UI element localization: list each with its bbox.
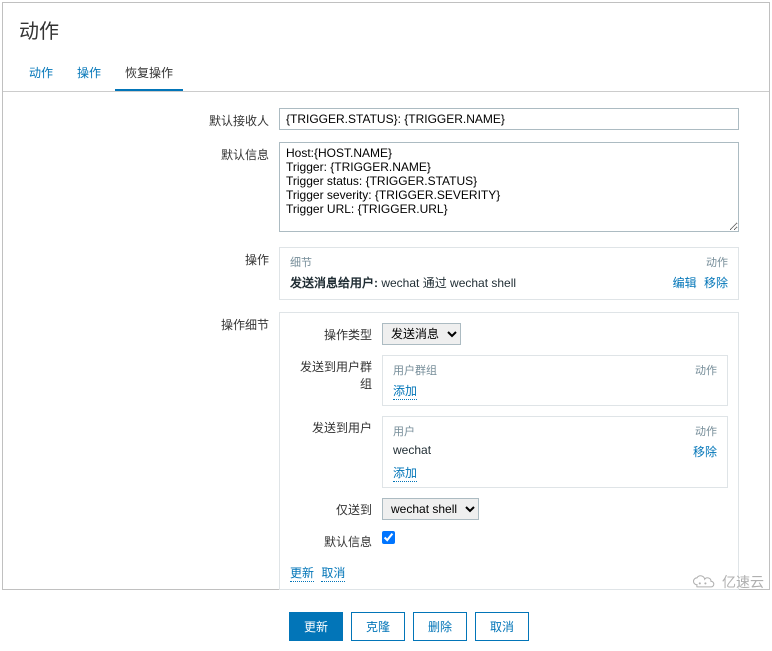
label-default-message: 默认信息 <box>19 142 279 163</box>
operation-details-box: 操作类型 发送消息 发送到用户群组 用户群组 <box>279 312 739 590</box>
label-only-to: 仅送到 <box>290 498 382 518</box>
default-message-textarea[interactable] <box>279 142 739 232</box>
page-header: 动作 <box>3 3 769 50</box>
label-operation-details: 操作细节 <box>19 312 279 333</box>
clone-button[interactable]: 克隆 <box>351 612 405 641</box>
col-user: 用户 <box>393 423 415 439</box>
op-type-select[interactable]: 发送消息 <box>382 323 461 345</box>
tab-recovery[interactable]: 恢复操作 <box>115 56 183 91</box>
tabs: 动作 操作 恢复操作 <box>3 56 769 92</box>
user-row: wechat 移除 <box>393 443 717 460</box>
detail-cancel-link[interactable]: 取消 <box>321 566 345 582</box>
cancel-button[interactable]: 取消 <box>475 612 529 641</box>
update-button[interactable]: 更新 <box>289 612 343 641</box>
cloud-icon <box>690 574 718 590</box>
label-op-type: 操作类型 <box>290 323 382 343</box>
operations-box: 细节 动作 发送消息给用户: wechat 通过 wechat shell 编辑… <box>279 247 739 300</box>
operation-text: 发送消息给用户: wechat 通过 wechat shell <box>290 274 516 291</box>
add-user-link[interactable]: 添加 <box>393 466 417 482</box>
form: 默认接收人 默认信息 操作 细节 动作 发送消息给用户: wechat <box>3 92 769 651</box>
operation-row: 发送消息给用户: wechat 通过 wechat shell 编辑 移除 <box>290 274 728 291</box>
label-send-group: 发送到用户群组 <box>290 355 382 392</box>
user-group-table: 用户群组 动作 添加 <box>382 355 728 406</box>
default-recipient-input[interactable] <box>279 108 739 130</box>
add-group-link[interactable]: 添加 <box>393 384 417 400</box>
tab-action[interactable]: 动作 <box>19 56 63 91</box>
label-operations: 操作 <box>19 247 279 268</box>
detail-update-link[interactable]: 更新 <box>290 566 314 582</box>
button-row: 更新 克隆 删除 取消 <box>19 602 753 641</box>
op-edit-link[interactable]: 编辑 <box>673 276 697 290</box>
default-info-checkbox[interactable] <box>382 531 395 544</box>
watermark-text: 亿速云 <box>722 572 764 592</box>
delete-button[interactable]: 删除 <box>413 612 467 641</box>
remove-user-link[interactable]: 移除 <box>693 443 717 460</box>
label-default-info: 默认信息 <box>290 530 382 550</box>
watermark: 亿速云 <box>690 572 764 592</box>
col-action: 动作 <box>706 254 728 270</box>
op-remove-link[interactable]: 移除 <box>704 276 728 290</box>
page-title: 动作 <box>19 15 753 44</box>
only-to-select[interactable]: wechat shell <box>382 498 479 520</box>
col-user-group: 用户群组 <box>393 362 437 378</box>
col-group-action: 动作 <box>695 362 717 378</box>
user-value: wechat <box>393 443 431 460</box>
label-send-user: 发送到用户 <box>290 416 382 436</box>
col-detail: 细节 <box>290 254 312 270</box>
user-table: 用户 动作 wechat 移除 添加 <box>382 416 728 488</box>
label-default-recipient: 默认接收人 <box>19 108 279 129</box>
col-user-action: 动作 <box>695 423 717 439</box>
tab-operation[interactable]: 操作 <box>67 56 111 91</box>
